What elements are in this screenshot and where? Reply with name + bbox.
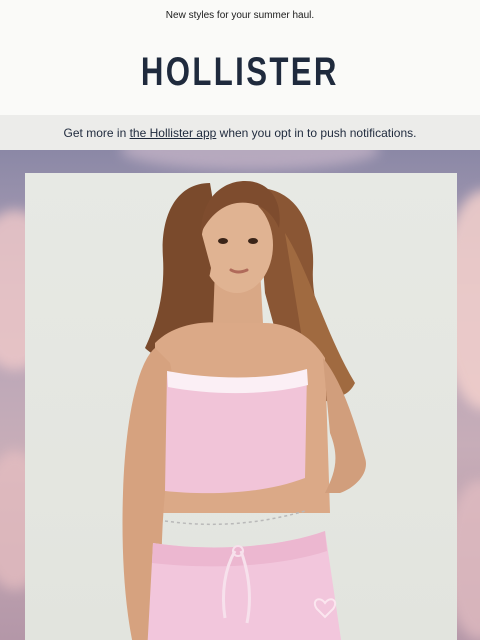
email-page: New styles for your summer haul. HOLLIST… xyxy=(0,0,480,640)
cloud-decoration xyxy=(120,150,380,170)
app-promo-banner: Get more in the Hollister app when you o… xyxy=(0,115,480,150)
model-photo-icon xyxy=(122,181,366,640)
preheader-text: New styles for your summer haul. xyxy=(165,9,315,21)
hollister-app-link[interactable]: the Hollister app xyxy=(130,126,217,140)
preheader: New styles for your summer haul. xyxy=(0,0,480,30)
hollister-logo[interactable]: HOLLISTER xyxy=(141,50,339,95)
header: HOLLISTER xyxy=(0,30,480,115)
model-photo[interactable] xyxy=(25,173,457,640)
promo-prefix: Get more in xyxy=(63,125,127,140)
promo-suffix: when you opt in to push notifications. xyxy=(219,125,417,140)
hero-banner[interactable] xyxy=(0,150,480,640)
